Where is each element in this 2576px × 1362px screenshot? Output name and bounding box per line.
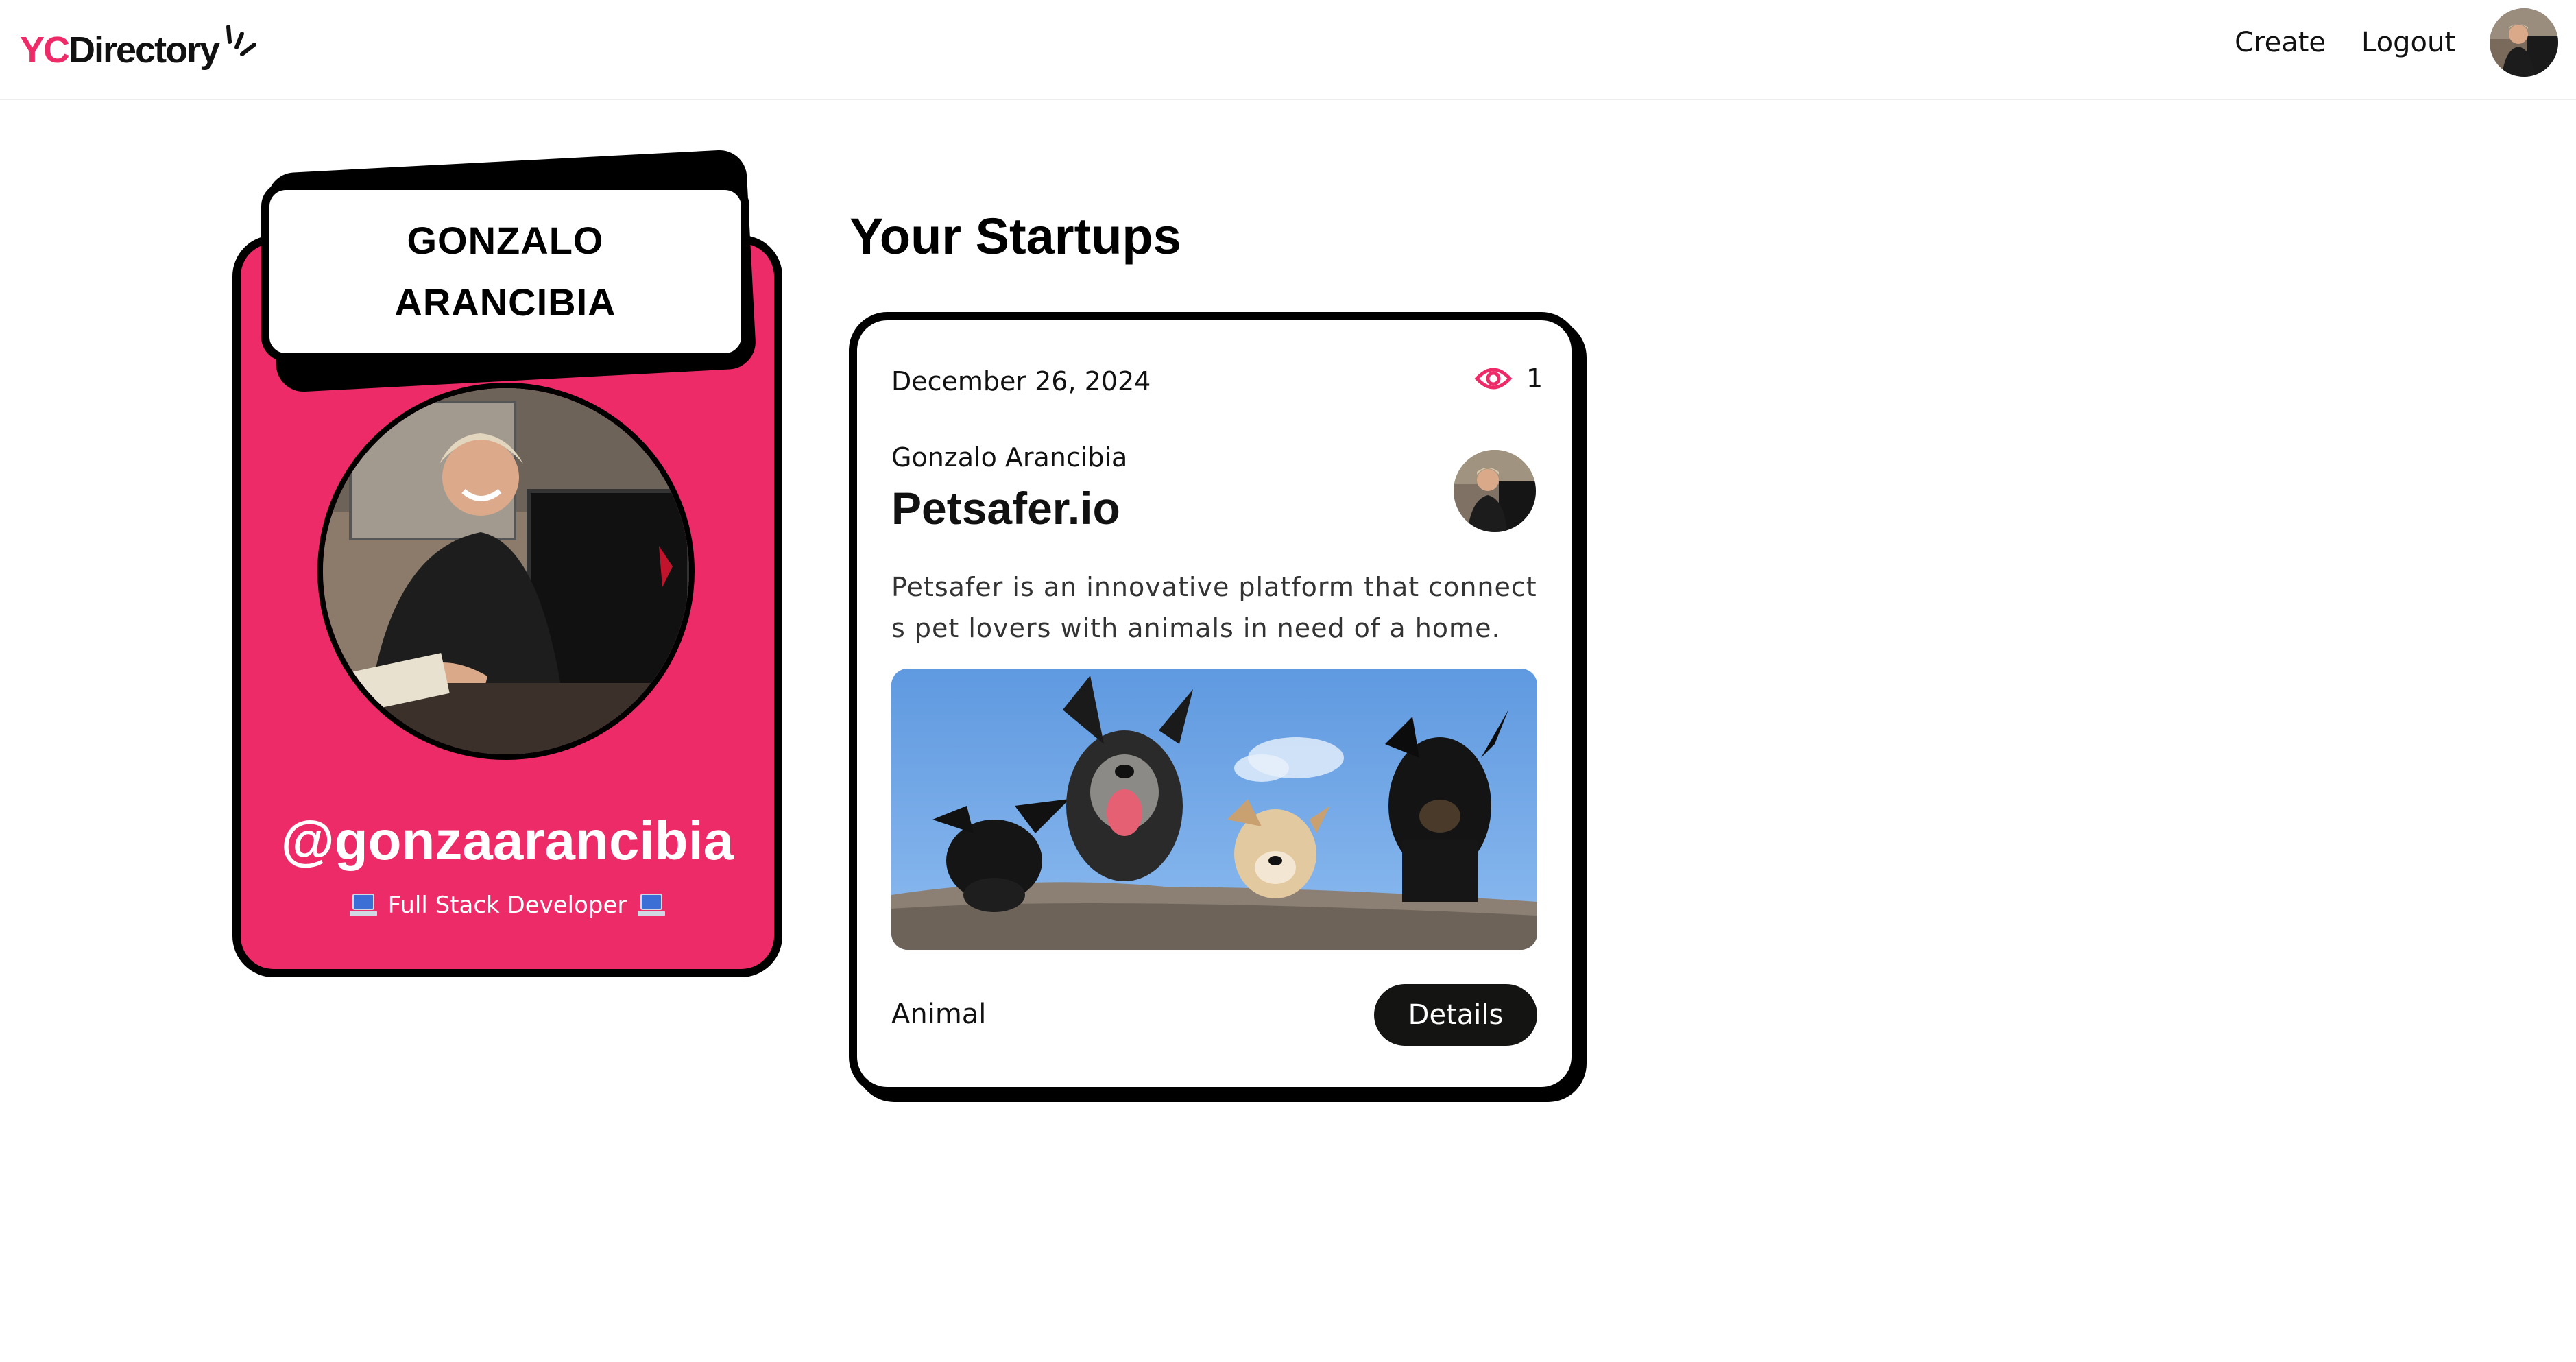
create-link[interactable]: Create <box>2235 27 2326 58</box>
spark-icon <box>226 25 257 56</box>
logo-yc: YC <box>20 29 70 71</box>
startup-image[interactable] <box>891 669 1537 950</box>
nav-actions: Create Logout <box>2235 0 2576 85</box>
section-title: Your Startups <box>850 208 1181 265</box>
startup-date: December 26, 2024 <box>891 366 1151 396</box>
startup-title[interactable]: Petsafer.io <box>891 482 1120 534</box>
name-plate: GONZALO ARANCIBIA <box>261 182 749 361</box>
profile-photo <box>317 383 695 760</box>
startup-description: Petsafer is an innovative platform that … <box>891 572 1537 643</box>
dogs-photo <box>891 669 1537 950</box>
profile-photo-image <box>323 388 689 754</box>
profile-bio: Full Stack Developer <box>232 892 782 919</box>
startup-category[interactable]: Animal <box>891 999 986 1030</box>
bio-text: Full Stack Developer <box>387 892 627 919</box>
views-counter: 1 <box>1474 363 1543 394</box>
logo[interactable]: YC Directory <box>20 19 260 81</box>
navbar: YC Directory Create Logout <box>0 0 2576 100</box>
logo-directory: Directory <box>69 29 220 71</box>
eye-icon <box>1474 368 1513 390</box>
laptop-icon <box>638 894 666 916</box>
startup-author[interactable]: Gonzalo Arancibia <box>891 442 1127 473</box>
laptop-icon <box>349 894 377 916</box>
author-avatar-image <box>1454 450 1536 532</box>
logo-text: YC Directory <box>20 29 220 71</box>
details-button[interactable]: Details <box>1374 984 1537 1046</box>
profile-name: GONZALO ARANCIBIA <box>394 219 616 324</box>
avatar-photo-icon <box>2490 8 2558 77</box>
logout-link[interactable]: Logout <box>2361 27 2455 58</box>
profile-username: @gonzaarancibia <box>280 810 734 871</box>
author-avatar[interactable] <box>1454 450 1536 532</box>
user-avatar[interactable] <box>2490 8 2558 77</box>
views-count: 1 <box>1526 363 1543 394</box>
